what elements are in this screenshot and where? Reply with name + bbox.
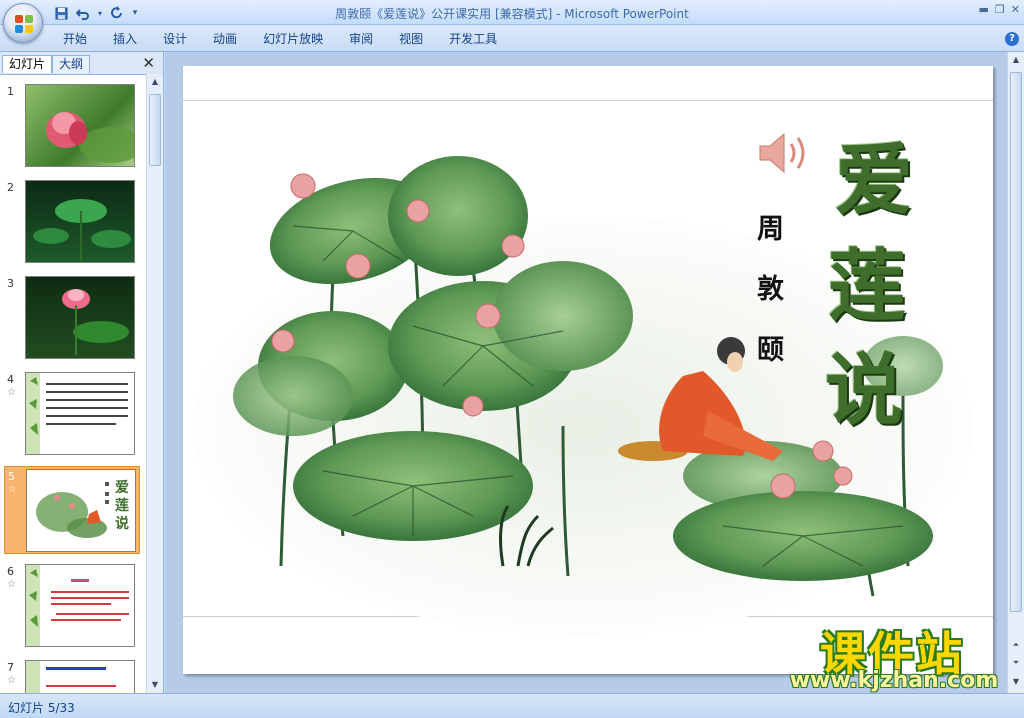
tab-outline[interactable]: 大纲 — [52, 55, 91, 73]
thumbnail-number: 5 — [8, 470, 15, 483]
help-icon[interactable]: ? — [1005, 32, 1019, 46]
thumbnail-image — [25, 180, 135, 263]
title-char-2: 莲 — [828, 241, 907, 332]
ribbon: 开始 插入 设计 动画 幻灯片放映 审阅 视图 开发工具 ? — [0, 25, 1024, 52]
scrollbar-thumb[interactable] — [1010, 72, 1022, 612]
thumbnail-image — [25, 276, 135, 359]
svg-text:爱: 爱 — [115, 480, 129, 496]
scroll-up-icon[interactable]: ▲ — [147, 74, 163, 90]
animation-star-icon: ☆ — [7, 579, 16, 590]
author-char-2: 敦 — [757, 274, 784, 305]
thumbnail-number: 3 — [7, 277, 14, 290]
author-char-1: 周 — [757, 214, 784, 245]
slide-thumbnail-3[interactable]: 3 — [4, 274, 140, 362]
slides-pane: 幻灯片 大纲 ✕ 1 2 3 4 ☆ 5 ☆ 爱 莲 说 6 ☆ 7 ☆ ▲ ▼ — [0, 52, 164, 693]
title-char-1: 爱 — [835, 135, 914, 226]
animation-star-icon: ☆ — [7, 675, 16, 686]
svg-text:莲: 莲 — [115, 497, 129, 514]
slide-thumbnail-7[interactable]: 7 ☆ — [4, 658, 140, 693]
slide-thumbnail-4[interactable]: 4 ☆ — [4, 370, 140, 458]
tab-insert[interactable]: 插入 — [100, 31, 150, 47]
thumbnail-image: 爱 莲 说 — [26, 469, 136, 552]
thumbnail-number: 2 — [7, 181, 14, 194]
tab-review[interactable]: 审阅 — [336, 31, 386, 47]
thumbnail-scrollbar[interactable]: ▲ ▼ — [146, 74, 163, 693]
close-pane-icon[interactable]: ✕ — [142, 54, 155, 72]
thumbnail-number: 4 — [7, 373, 14, 386]
tab-slides[interactable]: 幻灯片 — [2, 55, 53, 73]
author-char-3: 颐 — [757, 335, 784, 366]
thumbnail-number: 6 — [7, 565, 14, 578]
ribbon-tabs: 开始 插入 设计 动画 幻灯片放映 审阅 视图 开发工具 — [50, 31, 510, 47]
scroll-up-icon[interactable]: ▲ — [1008, 52, 1024, 68]
status-bar: 幻灯片 5/33 — [0, 693, 1024, 718]
watermark-url: www.kjzhan.com — [789, 668, 999, 693]
window-title: 周敦颐《爱莲说》公开课实用 [兼容模式] - Microsoft PowerPo… — [335, 7, 689, 21]
animation-star-icon: ☆ — [8, 484, 17, 495]
tab-slide-show[interactable]: 幻灯片放映 — [250, 31, 336, 47]
tab-home[interactable]: 开始 — [50, 31, 100, 47]
tab-view[interactable]: 视图 — [386, 31, 436, 47]
slide-thumbnail-6[interactable]: 6 ☆ — [4, 562, 140, 650]
site-watermark: 课件站 www.kjzhan.com — [772, 618, 1012, 698]
scroll-down-icon[interactable]: ▼ — [147, 677, 163, 693]
slide-thumbnail-1[interactable]: 1 — [4, 82, 140, 170]
thumbnail-image — [25, 372, 135, 455]
restore-icon[interactable]: ❐ — [995, 3, 1005, 16]
close-icon[interactable]: ✕ — [1011, 3, 1020, 16]
thumbnail-list: 1 2 3 4 ☆ 5 ☆ 爱 莲 说 6 ☆ 7 ☆ — [0, 74, 146, 693]
thumbnail-image — [25, 660, 135, 693]
editor-scrollbar[interactable]: ▲ ⏶ ⏷ ▼ — [1007, 52, 1024, 693]
slide-editor: 周 敦 颐 爱 莲 说 — [165, 52, 1007, 693]
pane-tabs: 幻灯片 大纲 — [2, 55, 91, 73]
minimize-icon[interactable]: ▬ — [979, 3, 989, 16]
office-button[interactable] — [3, 3, 43, 43]
slide-thumbnail-2[interactable]: 2 — [4, 178, 140, 266]
scrollbar-thumb[interactable] — [149, 94, 161, 166]
window-controls: ▬ ❐ ✕ — [979, 3, 1021, 16]
slide-indicator: 幻灯片 5/33 — [8, 701, 75, 715]
thumbnail-number: 7 — [7, 661, 14, 674]
tab-animations[interactable]: 动画 — [200, 31, 250, 47]
thumbnail-image — [25, 564, 135, 647]
slide-canvas[interactable]: 周 敦 颐 爱 莲 说 — [183, 66, 993, 674]
svg-text:说: 说 — [115, 515, 129, 532]
speaker-icon[interactable] — [756, 130, 818, 176]
title-bar: ▾ ▾ 周敦颐《爱莲说》公开课实用 [兼容模式] - Microsoft Pow… — [0, 0, 1024, 25]
slide-thumbnail-5[interactable]: 5 ☆ 爱 莲 说 — [4, 466, 140, 554]
thumbnail-image — [25, 84, 135, 167]
thumbnail-number: 1 — [7, 85, 14, 98]
animation-star-icon: ☆ — [7, 387, 16, 398]
office-logo-icon — [15, 15, 33, 33]
tab-design[interactable]: 设计 — [150, 31, 200, 47]
title-char-3: 说 — [825, 345, 904, 436]
tab-developer[interactable]: 开发工具 — [436, 31, 510, 47]
